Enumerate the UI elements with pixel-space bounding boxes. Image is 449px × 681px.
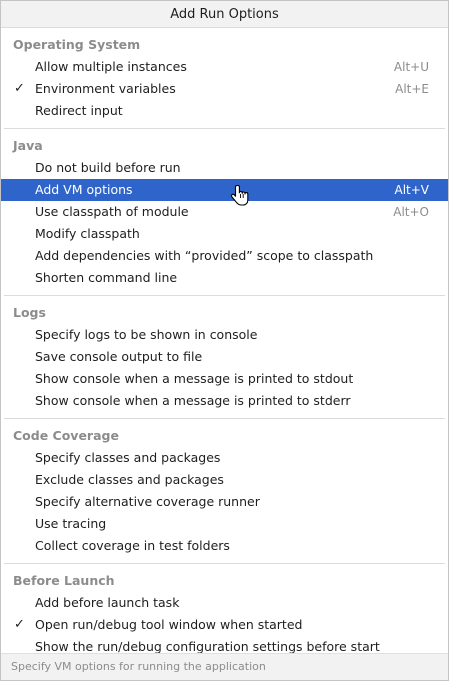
menu-item-modify-classpath[interactable]: Modify classpath [1,223,448,245]
menu-item-label: Add dependencies with “provided” scope t… [35,248,374,263]
menu-item-allow-multiple-instances[interactable]: Allow multiple instances Alt+U [1,56,448,78]
menu-item-label: Add before launch task [35,595,180,610]
menu-item-label: Shorten command line [35,270,178,285]
menu-item-label: Use tracing [35,516,107,531]
section-header-operating-system: Operating System [13,37,141,52]
section-separator [4,295,445,296]
section-header-before-launch: Before Launch [13,573,115,588]
status-text: Specify VM options for running the appli… [11,660,266,673]
menu-item-label: Specify logs to be shown in console [35,327,258,342]
menu-item-add-dependencies-with-provided-scope-to-classpath[interactable]: Add dependencies with “provided” scope t… [1,245,448,267]
menu-item-label: Environment variables [35,81,176,96]
checkmark-icon: ✓ [14,81,25,96]
section-separator [4,128,445,129]
shortcut-hint: Alt+O [393,205,429,219]
add-run-options-popup: Add Run Options Operating System Allow mu… [0,0,449,681]
popup-title: Add Run Options [170,6,279,22]
section-separator [4,563,445,564]
menu-item-label: Modify classpath [35,226,140,241]
section-header-java: Java [13,138,43,153]
menu-item-use-tracing[interactable]: Use tracing [1,513,448,535]
checkmark-icon: ✓ [14,617,25,632]
menu-item-label: Redirect input [35,103,123,118]
menu-item-use-classpath-of-module[interactable]: Use classpath of module Alt+O [1,201,448,223]
menu-item-label: Add VM options [35,182,133,197]
menu-item-label: Open run/debug tool window when started [35,617,303,632]
menu-item-do-not-build-before-run[interactable]: Do not build before run [1,157,448,179]
shortcut-hint: Alt+E [395,82,429,96]
run-options-list: Operating System Allow multiple instances… [1,28,448,658]
menu-item-label: Collect coverage in test folders [35,538,230,553]
menu-item-redirect-input[interactable]: Redirect input [1,100,448,122]
popup-title-bar[interactable]: Add Run Options [1,1,448,28]
menu-item-specify-classes-and-packages[interactable]: Specify classes and packages [1,447,448,469]
menu-item-show-console-when-a-message-is-printed-to-stderr[interactable]: Show console when a message is printed t… [1,390,448,412]
menu-item-specify-logs-to-be-shown-in-console[interactable]: Specify logs to be shown in console [1,324,448,346]
menu-item-open-run-debug-tool-window-when-started[interactable]: ✓ Open run/debug tool window when started [1,614,448,636]
menu-item-label: Allow multiple instances [35,59,187,74]
menu-item-add-before-launch-task[interactable]: Add before launch task [1,592,448,614]
menu-item-label: Specify alternative coverage runner [35,494,260,509]
menu-item-save-console-output-to-file[interactable]: Save console output to file [1,346,448,368]
menu-item-label: Use classpath of module [35,204,189,219]
menu-item-label: Save console output to file [35,349,203,364]
section-separator [4,418,445,419]
section-header-logs: Logs [13,305,46,320]
shortcut-hint: Alt+V [394,183,429,197]
menu-item-environment-variables[interactable]: ✓ Environment variables Alt+E [1,78,448,100]
menu-item-label: Show console when a message is printed t… [35,393,351,408]
status-bar: Specify VM options for running the appli… [1,653,448,680]
menu-item-exclude-classes-and-packages[interactable]: Exclude classes and packages [1,469,448,491]
menu-item-add-vm-options[interactable]: Add VM options Alt+V [1,179,448,201]
menu-item-specify-alternative-coverage-runner[interactable]: Specify alternative coverage runner [1,491,448,513]
shortcut-hint: Alt+U [393,60,429,74]
menu-item-shorten-command-line[interactable]: Shorten command line [1,267,448,289]
menu-item-label: Specify classes and packages [35,450,221,465]
menu-item-label: Do not build before run [35,160,181,175]
section-header-code-coverage: Code Coverage [13,428,119,443]
menu-item-show-console-when-a-message-is-printed-to-stdout[interactable]: Show console when a message is printed t… [1,368,448,390]
hand-pointer-cursor-icon [230,184,249,206]
menu-item-label: Exclude classes and packages [35,472,224,487]
menu-item-label: Show console when a message is printed t… [35,371,354,386]
menu-item-collect-coverage-in-test-folders[interactable]: Collect coverage in test folders [1,535,448,557]
